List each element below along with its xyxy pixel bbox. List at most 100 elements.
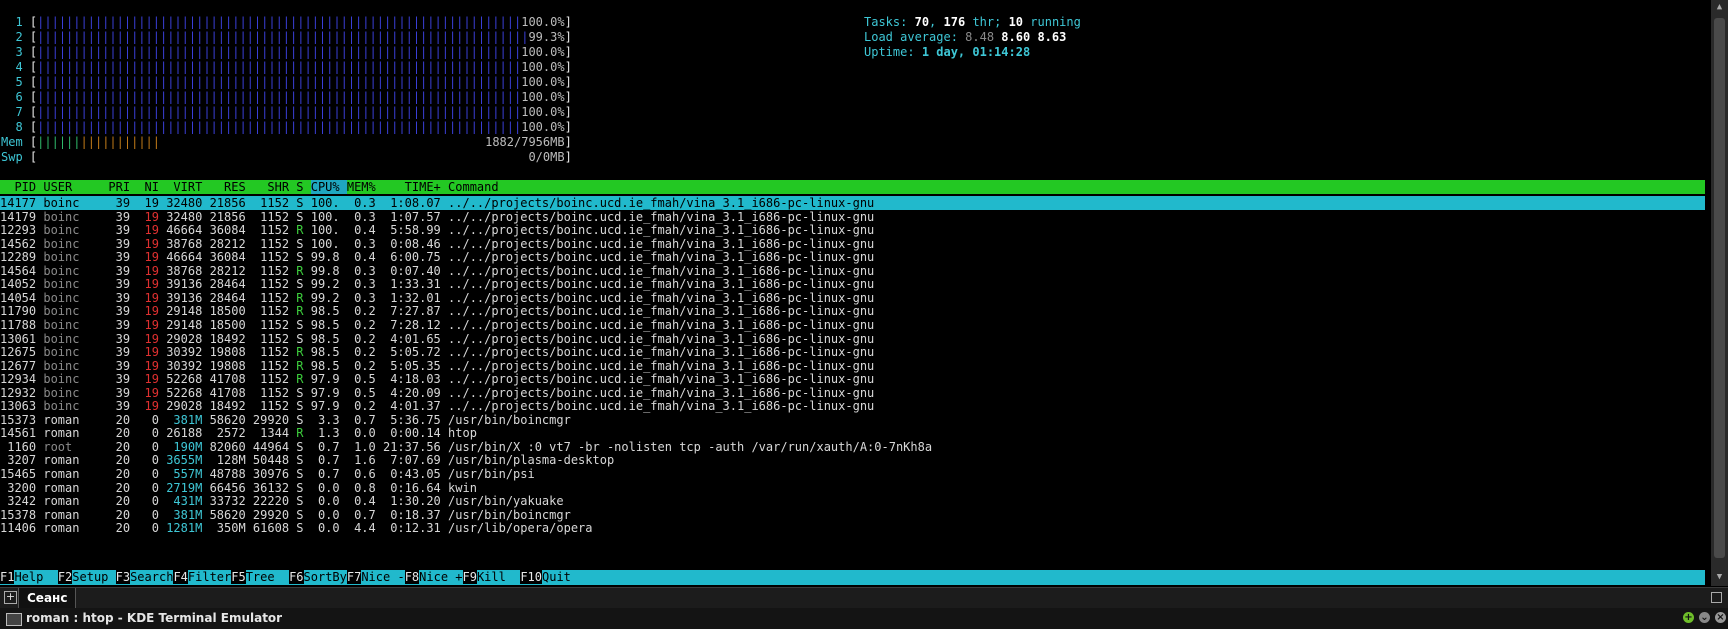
cell-shr: 36132 (252, 480, 297, 495)
fkey-f5-label[interactable]: Tree (246, 570, 289, 584)
column-pid-header[interactable]: PID (0, 180, 43, 194)
fkey-f8-label[interactable]: Nice + (419, 570, 462, 584)
column-virt-header[interactable]: VIRT (166, 180, 209, 194)
process-row[interactable]: 3207 roman 20 0 3655M 128M 50448 S 0.7 1… (0, 453, 1705, 467)
fkey-f10-label[interactable]: Quit (542, 570, 585, 584)
process-row[interactable]: 13063 boinc 39 19 29028 18492 1152 S 97.… (0, 399, 1705, 413)
scroll-down-icon[interactable]: ▼ (1714, 572, 1725, 582)
scrollbar[interactable]: ▲ ▼ (1711, 0, 1728, 586)
process-row[interactable]: 12934 boinc 39 19 52268 41708 1152 R 97.… (0, 372, 1705, 386)
process-table-header[interactable]: PID USER PRI NI VIRT RES SHR S CPU% MEM%… (0, 180, 1705, 194)
tab-bar: + Сеанс (0, 587, 1728, 608)
process-row[interactable]: 11406 roman 20 0 1281M 350M 61608 S 0.0 … (0, 521, 1705, 535)
fkey-f4[interactable]: F4 (173, 570, 188, 584)
column-time-header[interactable]: TIME+ (383, 180, 448, 194)
process-row[interactable]: 1160 root 20 0 190M 82060 44964 S 0.7 1.… (0, 440, 1705, 454)
process-row[interactable]: 14052 boinc 39 19 39136 28464 1152 S 99.… (0, 277, 1705, 291)
fkey-f2-label[interactable]: Setup (72, 570, 115, 584)
fkey-f4-label[interactable]: Filter (188, 570, 231, 584)
terminal[interactable]: 1 [|||||||||||||||||||||||||||||||||||||… (0, 0, 1711, 586)
cell-ni: 19 (137, 317, 167, 332)
close-icon[interactable]: × (1715, 612, 1726, 623)
terminal-app-icon[interactable] (6, 613, 22, 626)
fkey-f8[interactable]: F8 (404, 570, 420, 584)
cell-cmd: ../../projects/boinc.ucd.ie_fmah/vina_3.… (448, 290, 875, 305)
column-pri-header[interactable]: PRI (108, 180, 137, 194)
process-row[interactable]: 14564 boinc 39 19 38768 28212 1152 R 99.… (0, 264, 1705, 278)
cell-cmd: ../../projects/boinc.ucd.ie_fmah/vina_3.… (448, 372, 875, 387)
cell-pri: 39 (108, 290, 138, 305)
column-ni-header[interactable]: NI (137, 180, 166, 194)
process-row[interactable]: 13061 boinc 39 19 29028 18492 1152 S 98.… (0, 332, 1705, 346)
process-row[interactable]: 14561 roman 20 0 26188 2572 1344 R 1.3 0… (0, 426, 1705, 440)
cell-pid: 11406 (0, 521, 44, 536)
fkey-f10[interactable]: F10 (520, 570, 542, 584)
cell-user: boinc (43, 277, 109, 292)
fkey-f9[interactable]: F9 (462, 570, 477, 584)
close-tab-icon[interactable] (1711, 592, 1722, 603)
cell-virt: 190M (166, 439, 210, 454)
fkey-f2[interactable]: F2 (57, 570, 73, 584)
process-row[interactable]: 12677 boinc 39 19 30392 19808 1152 R 98.… (0, 359, 1705, 373)
process-row[interactable]: 12289 boinc 39 19 46664 36084 1152 S 99.… (0, 250, 1705, 264)
process-row[interactable]: 12932 boinc 39 19 52268 41708 1152 S 97.… (0, 386, 1705, 400)
fkey-f1[interactable]: F1 (0, 570, 15, 584)
process-row[interactable]: 14054 boinc 39 19 39136 28464 1152 R 99.… (0, 291, 1705, 305)
scroll-up-icon[interactable]: ▲ (1714, 2, 1725, 12)
cell-cmd: ../../projects/boinc.ucd.ie_fmah/vina_3.… (448, 317, 875, 332)
cell-ni: 19 (137, 263, 167, 278)
cell-virt: 2719M (166, 480, 210, 495)
cpu-label: 5 (1, 75, 23, 89)
cell-mem: 0.3 (346, 263, 383, 278)
cell-ni: 19 (137, 358, 167, 373)
process-row[interactable]: 15378 roman 20 0 381M 58620 29920 S 0.0 … (0, 508, 1705, 522)
cell-pri: 20 (108, 480, 138, 495)
fkey-f6[interactable]: F6 (289, 570, 304, 584)
new-tab-icon[interactable]: + (4, 591, 17, 604)
cell-virt: 39136 (166, 290, 210, 305)
process-row[interactable]: 14562 boinc 39 19 38768 28212 1152 S 100… (0, 237, 1705, 251)
tab-session[interactable]: Сеанс (18, 588, 77, 608)
process-row[interactable]: 14177 boinc 39 19 32480 21856 1152 S 100… (0, 196, 1705, 210)
cell-cmd: /usr/bin/yakuake (448, 494, 564, 509)
fkey-f7[interactable]: F7 (346, 570, 362, 584)
minimize-icon[interactable]: + (1683, 612, 1694, 623)
cell-virt: 431M (166, 494, 210, 509)
process-row[interactable]: 3242 roman 20 0 431M 33732 22220 S 0.0 0… (0, 494, 1705, 508)
cell-user: boinc (43, 236, 109, 251)
process-row[interactable]: 11790 boinc 39 19 29148 18500 1152 R 98.… (0, 304, 1705, 318)
process-row[interactable]: 14179 boinc 39 19 32480 21856 1152 S 100… (0, 210, 1705, 224)
tasks-label: Tasks: (864, 15, 908, 29)
scrollbar-thumb[interactable] (1714, 18, 1725, 558)
cell-shr: 1152 (252, 223, 297, 238)
cell-cpu: 0.0 (310, 521, 347, 536)
fkey-f3[interactable]: F3 (115, 570, 131, 584)
column-s-header[interactable]: S (296, 180, 310, 194)
fkey-f6-label[interactable]: SortBy (304, 570, 347, 584)
process-row[interactable]: 15373 roman 20 0 381M 58620 29920 S 3.3 … (0, 413, 1705, 427)
column-mem-header[interactable]: MEM% (347, 180, 383, 194)
maximize-icon[interactable]: ⌄ (1699, 612, 1710, 623)
fkey-f5[interactable]: F5 (231, 570, 246, 584)
column-shr-header[interactable]: SHR (253, 180, 296, 194)
process-row[interactable]: 12293 boinc 39 19 46664 36084 1152 R 100… (0, 223, 1705, 237)
cell-virt: 29148 (166, 317, 210, 332)
column-res-header[interactable]: RES (210, 180, 253, 194)
running-label: running (1030, 15, 1081, 29)
process-row[interactable]: 3200 roman 20 0 2719M 66456 36132 S 0.0 … (0, 481, 1705, 495)
cpu-meter: 5 [|||||||||||||||||||||||||||||||||||||… (1, 75, 571, 89)
window-titlebar[interactable]: roman : htop - KDE Terminal Emulator + ⌄… (0, 608, 1728, 629)
fkey-f3-label[interactable]: Search (130, 570, 173, 584)
column-user-header[interactable]: USER (43, 180, 108, 194)
cell-mem: 0.7 (346, 412, 383, 427)
column-command-header[interactable]: Command (448, 180, 499, 194)
column-cpu-header[interactable]: CPU% (310, 180, 347, 194)
process-row[interactable]: 15465 roman 20 0 557M 48788 30976 S 0.7 … (0, 467, 1705, 481)
process-row[interactable]: 11788 boinc 39 19 29148 18500 1152 S 98.… (0, 318, 1705, 332)
function-key-bar[interactable]: F1Help F2Setup F3SearchF4FilterF5Tree F6… (0, 570, 1705, 585)
process-row[interactable]: 12675 boinc 39 19 30392 19808 1152 R 98.… (0, 345, 1705, 359)
fkey-f1-label[interactable]: Help (14, 570, 57, 584)
fkey-f9-label[interactable]: Kill (477, 570, 520, 584)
cell-time: 0:07.40 (382, 263, 449, 278)
fkey-f7-label[interactable]: Nice - (361, 570, 404, 584)
